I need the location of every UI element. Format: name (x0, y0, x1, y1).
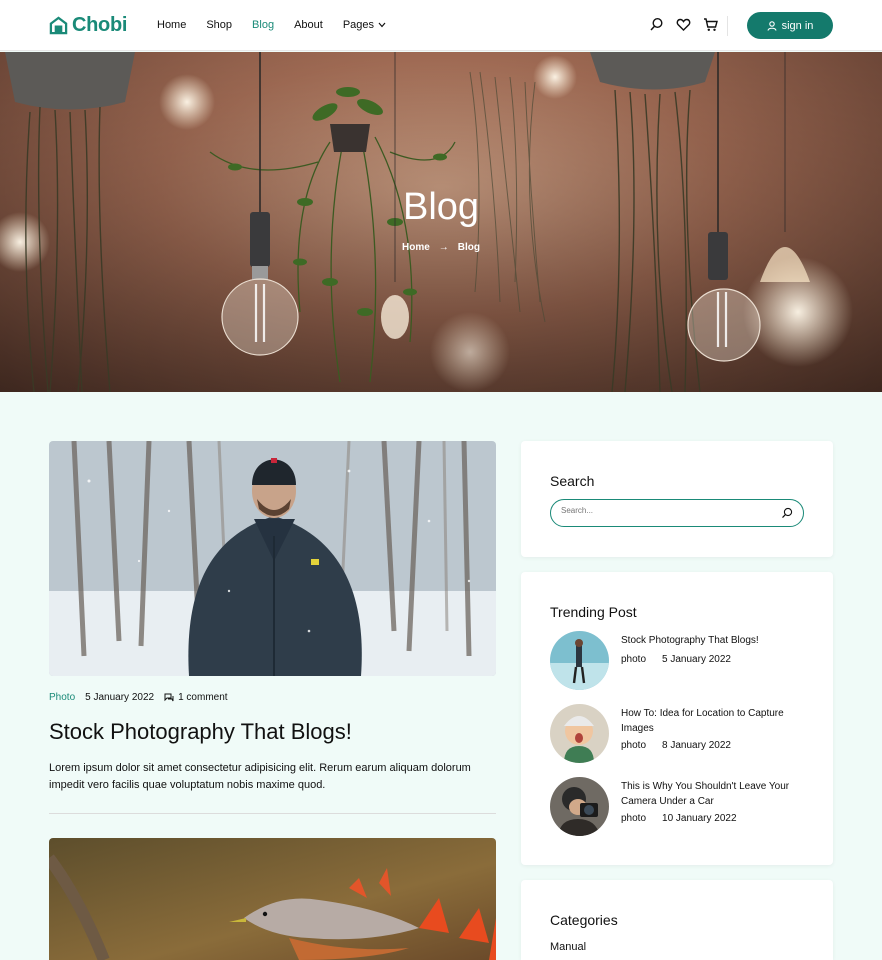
nav-pages-label: Pages (342, 19, 375, 31)
logo-icon (49, 16, 68, 35)
search-widget: Search (521, 441, 833, 557)
trending-widget-title: Trending Post (550, 604, 637, 620)
search-icon[interactable] (781, 507, 793, 519)
search-icon[interactable] (649, 17, 664, 32)
breadcrumb-current: Blog (457, 242, 480, 253)
post-title[interactable]: Stock Photography That Blogs! (49, 719, 352, 745)
page-title: Blog (402, 186, 480, 228)
user-icon (767, 20, 777, 31)
post-meta: Photo 5 January 2022 1 comment (49, 692, 228, 703)
trending-thumb (550, 777, 609, 836)
post-divider (49, 813, 496, 814)
trending-category[interactable]: photo (621, 654, 646, 665)
trending-thumb (550, 704, 609, 763)
logo[interactable]: Chobi (49, 14, 127, 37)
breadcrumb-home[interactable]: Home (402, 242, 430, 253)
header-divider (727, 16, 728, 36)
breadcrumb-arrow-icon: → (438, 242, 449, 253)
trending-title[interactable]: This is Why You Shouldn't Leave Your Cam… (621, 779, 797, 809)
main-nav: Home Shop Blog About Pages (157, 19, 406, 31)
chevron-down-icon (378, 22, 386, 28)
trending-item[interactable]: How To: Idea for Location to Capture Ima… (550, 704, 797, 763)
trending-item[interactable]: Stock Photography That Blogs! photo 5 Ja… (550, 631, 797, 690)
categories-widget: Categories Manual (521, 880, 833, 960)
logo-text: Chobi (72, 14, 128, 36)
site-header: Chobi Home Shop Blog About Pages sign in (0, 0, 882, 51)
categories-widget-title: Categories (550, 912, 618, 928)
heart-icon[interactable] (676, 17, 691, 32)
post-comments-label: 1 comment (178, 692, 228, 703)
search-box (550, 499, 804, 527)
nav-shop[interactable]: Shop (206, 19, 232, 31)
trending-date: 8 January 2022 (662, 740, 731, 751)
nav-blog[interactable]: Blog (252, 19, 274, 31)
post-comments[interactable]: 1 comment (164, 692, 228, 703)
trending-widget: Trending Post Stock Photography That Blo… (521, 572, 833, 865)
breadcrumb: Home → Blog (0, 242, 882, 253)
nav-pages[interactable]: Pages (343, 19, 386, 31)
cart-icon[interactable] (703, 17, 718, 32)
trending-date: 5 January 2022 (662, 654, 731, 665)
search-input[interactable] (561, 506, 771, 515)
header-icons (649, 17, 718, 32)
sign-in-label: sign in (781, 19, 814, 32)
trending-title[interactable]: How To: Idea for Location to Capture Ima… (621, 706, 797, 736)
sign-in-button[interactable]: sign in (747, 12, 833, 39)
trending-date: 10 January 2022 (662, 813, 737, 824)
trending-thumb (550, 631, 609, 690)
hero-banner: Blog Home → Blog (0, 52, 882, 392)
post-date: 5 January 2022 (85, 692, 155, 703)
category-link[interactable]: Manual (550, 941, 586, 953)
post-category[interactable]: Photo (49, 692, 75, 703)
nav-home[interactable]: Home (157, 19, 186, 31)
trending-category[interactable]: photo (621, 813, 646, 824)
post-excerpt: Lorem ipsum dolor sit amet consectetur a… (49, 762, 471, 791)
search-widget-title: Search (550, 473, 595, 489)
post-featured-image[interactable] (49, 441, 496, 676)
trending-item[interactable]: This is Why You Shouldn't Leave Your Cam… (550, 777, 797, 836)
trending-category[interactable]: photo (621, 740, 646, 751)
nav-about[interactable]: About (294, 19, 323, 31)
trending-title[interactable]: Stock Photography That Blogs! (621, 633, 797, 648)
comment-icon (164, 693, 174, 702)
second-post-image[interactable] (49, 838, 496, 960)
